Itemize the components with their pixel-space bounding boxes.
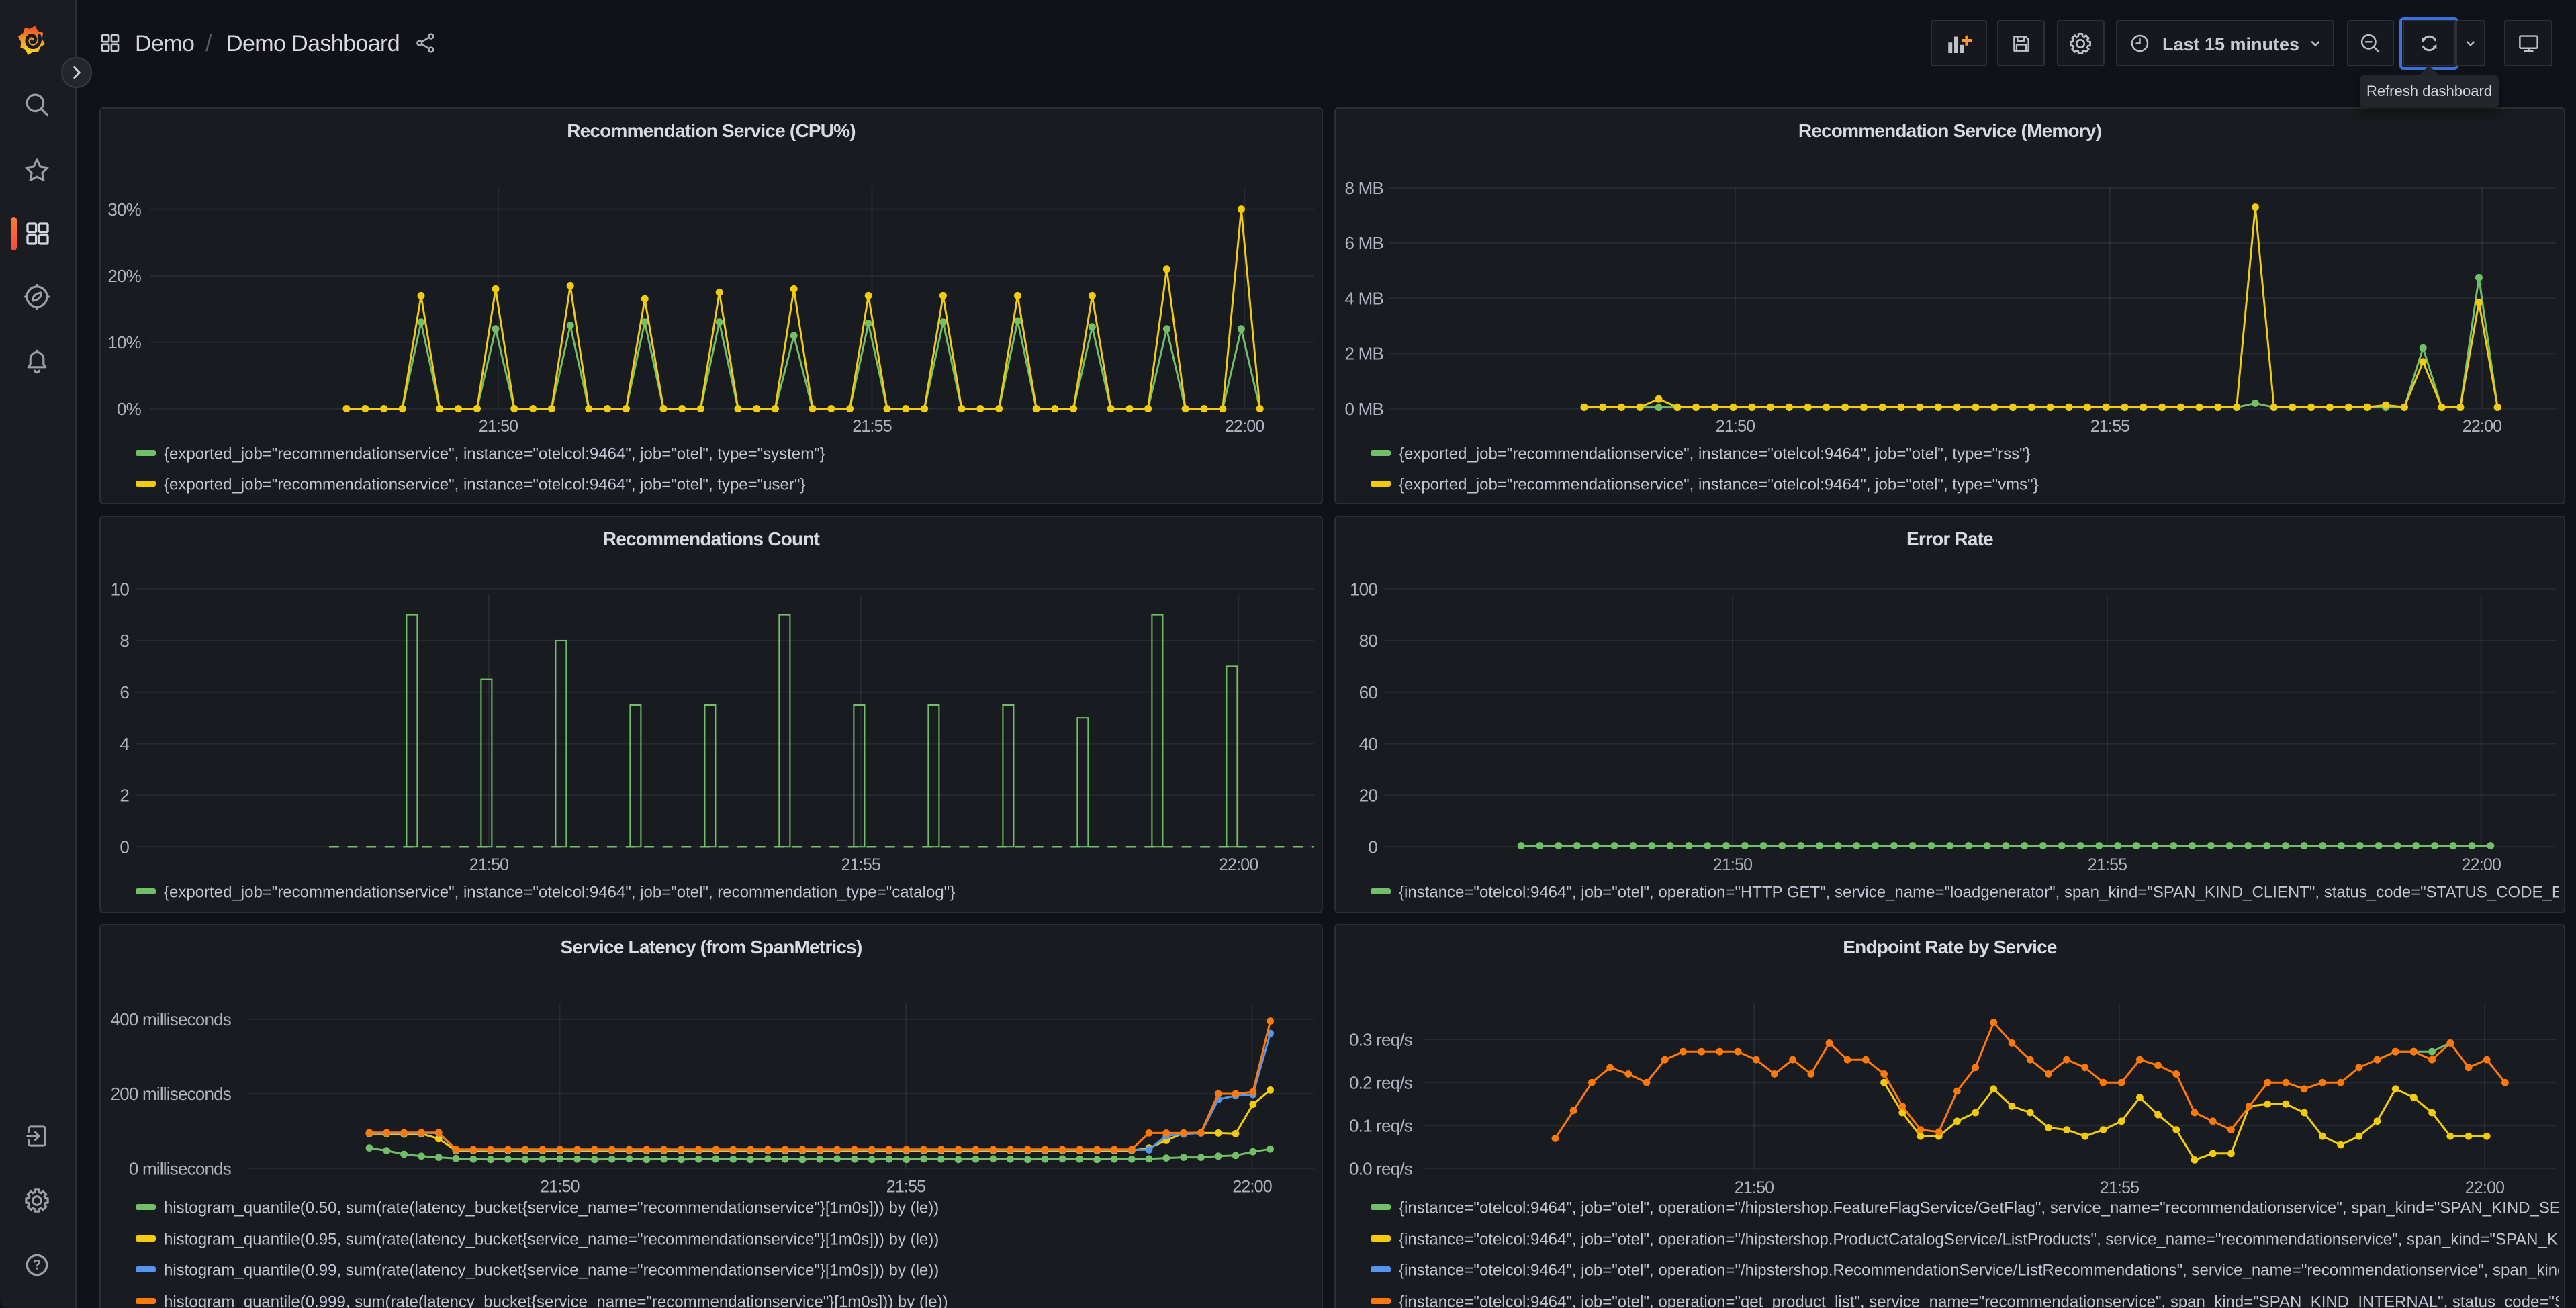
- svg-text:0.0 req/s: 0.0 req/s: [1349, 1158, 1413, 1178]
- svg-text:30%: 30%: [107, 199, 141, 220]
- svg-text:0.3 req/s: 0.3 req/s: [1349, 1029, 1413, 1049]
- svg-text:22:00: 22:00: [1232, 1177, 1272, 1196]
- svg-text:22:00: 22:00: [2462, 855, 2501, 874]
- svg-text:21:55: 21:55: [841, 855, 881, 874]
- svg-text:21:55: 21:55: [2090, 417, 2130, 436]
- svg-text:60: 60: [1359, 682, 1378, 702]
- svg-text:21:50: 21:50: [1735, 1178, 1774, 1197]
- svg-text:8 MB: 8 MB: [1345, 178, 1383, 198]
- svg-text:400 milliseconds: 400 milliseconds: [111, 1009, 232, 1029]
- svg-text:4 MB: 4 MB: [1345, 288, 1383, 308]
- svg-text:21:55: 21:55: [2088, 855, 2127, 874]
- svg-text:6 MB: 6 MB: [1345, 233, 1383, 253]
- svg-text:0 milliseconds: 0 milliseconds: [129, 1158, 232, 1178]
- svg-text:21:50: 21:50: [479, 417, 518, 436]
- svg-text:80: 80: [1359, 630, 1378, 651]
- svg-text:21:55: 21:55: [886, 1177, 926, 1196]
- svg-text:20%: 20%: [107, 266, 141, 286]
- svg-text:0: 0: [120, 837, 129, 857]
- svg-text:0: 0: [1368, 837, 1377, 857]
- svg-text:21:50: 21:50: [1713, 855, 1753, 874]
- svg-text:6: 6: [120, 682, 129, 702]
- svg-text:2 MB: 2 MB: [1345, 344, 1383, 364]
- svg-text:22:00: 22:00: [2463, 417, 2502, 436]
- svg-text:0%: 0%: [117, 399, 142, 419]
- svg-text:200 milliseconds: 200 milliseconds: [111, 1084, 232, 1104]
- svg-text:0.1 req/s: 0.1 req/s: [1349, 1115, 1413, 1135]
- svg-text:22:00: 22:00: [1225, 417, 1264, 436]
- svg-text:0.2 req/s: 0.2 req/s: [1349, 1072, 1413, 1092]
- svg-text:21:50: 21:50: [540, 1177, 580, 1196]
- svg-text:40: 40: [1359, 734, 1378, 754]
- svg-text:20: 20: [1359, 786, 1378, 806]
- svg-text:21:55: 21:55: [2100, 1178, 2140, 1197]
- svg-text:21:55: 21:55: [852, 417, 892, 436]
- svg-text:10: 10: [111, 579, 130, 599]
- svg-text:8: 8: [120, 630, 129, 651]
- svg-text:0 MB: 0 MB: [1345, 399, 1383, 419]
- svg-text:22:00: 22:00: [2465, 1178, 2505, 1197]
- svg-text:100: 100: [1350, 579, 1377, 599]
- svg-text:4: 4: [120, 734, 129, 754]
- svg-text:21:50: 21:50: [1716, 417, 1755, 436]
- svg-text:21:50: 21:50: [469, 855, 509, 874]
- svg-text:?: ?: [33, 1258, 42, 1273]
- svg-text:22:00: 22:00: [1219, 855, 1258, 874]
- svg-text:2: 2: [120, 786, 129, 806]
- svg-text:10%: 10%: [107, 332, 141, 353]
